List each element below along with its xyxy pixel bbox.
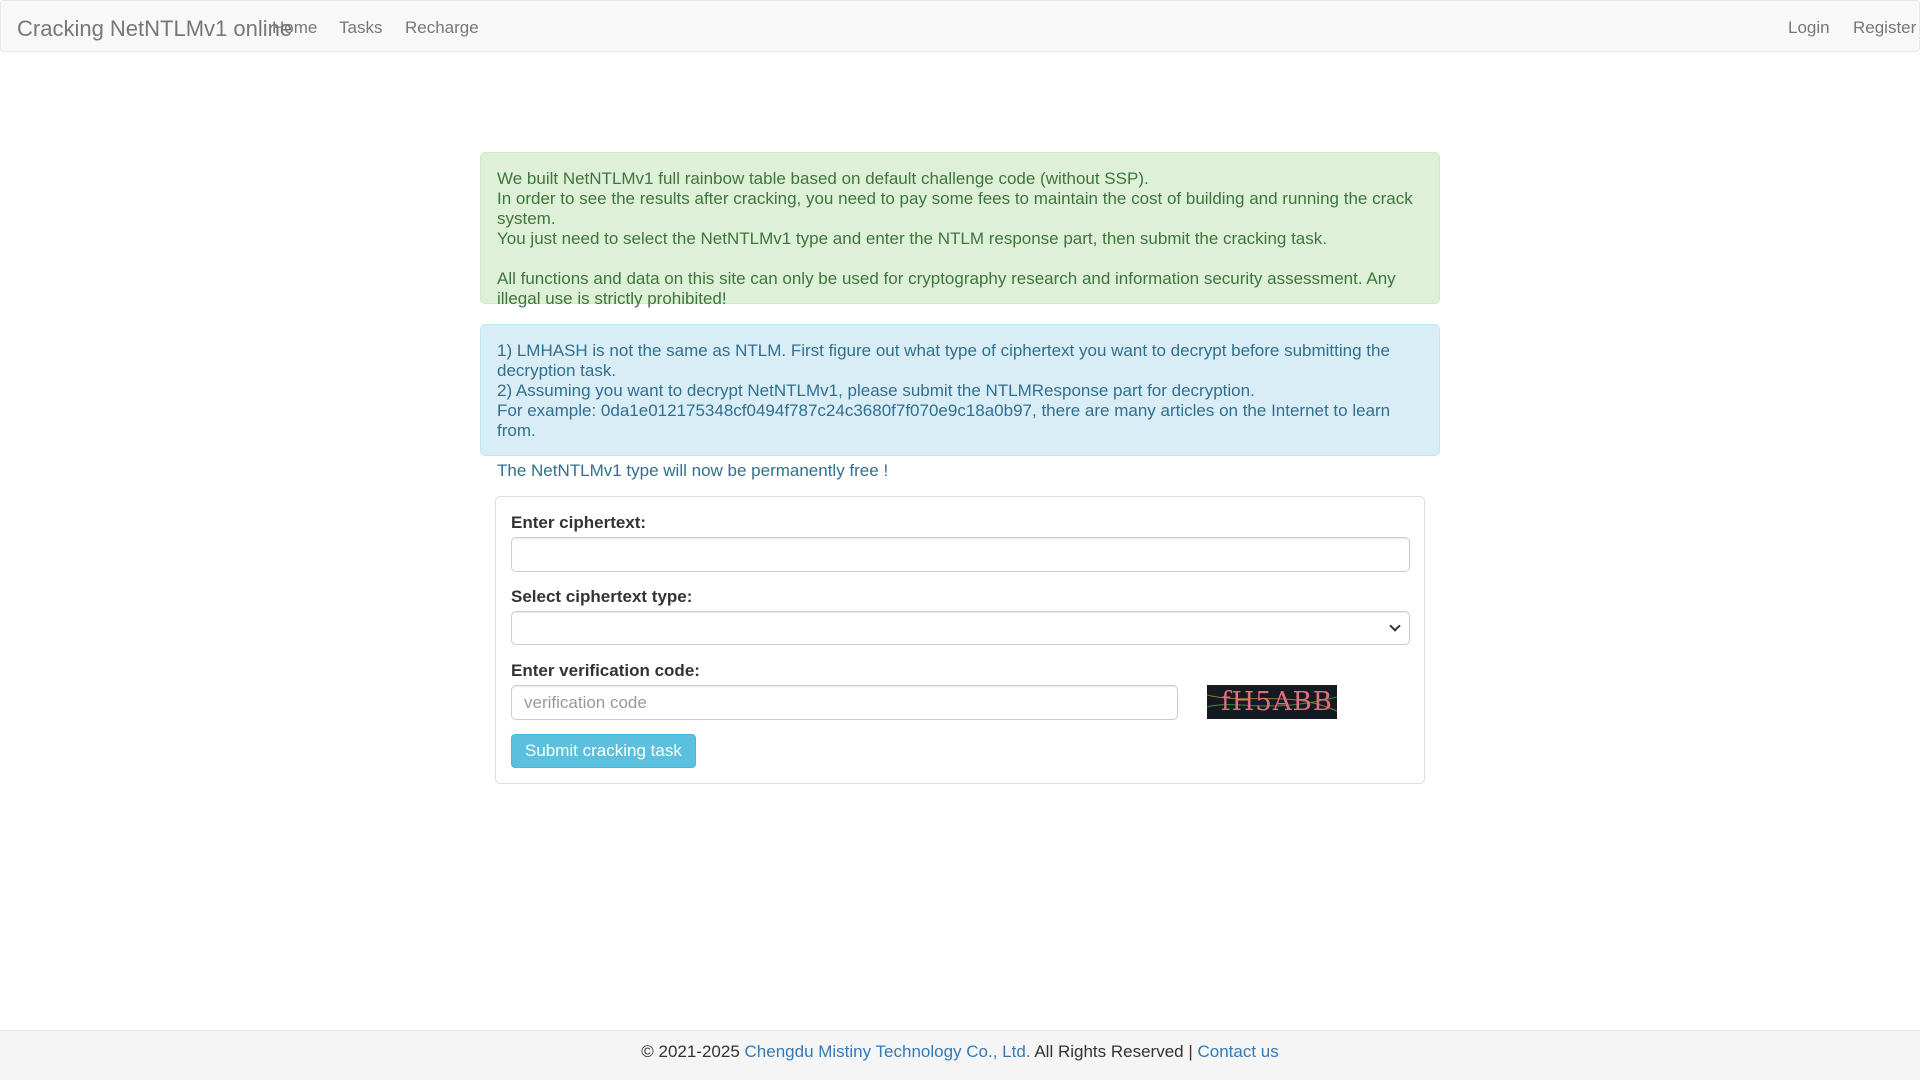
top-navbar: Cracking NetNTLMv1 online Home Tasks Rec… (0, 0, 1920, 52)
chevron-down-icon (1389, 620, 1401, 632)
submit-cracking-button[interactable]: Submit cracking task (511, 734, 696, 768)
footer-rights: All Rights Reserved | (1034, 1042, 1193, 1061)
captcha-text: fH5ABB (1221, 687, 1333, 717)
info-line: For example: 0da1e012175348cf0494f787c24… (497, 401, 1391, 440)
info-line: The NetNTLMv1 type will now be permanent… (497, 461, 889, 480)
brand-link[interactable]: Cracking NetNTLMv1 online (17, 16, 292, 42)
nav-register[interactable]: Register (1853, 18, 1916, 38)
notice-line: You just need to select the NetNTLMv1 ty… (497, 229, 1327, 248)
type-label: Select ciphertext type: (511, 587, 693, 606)
ciphertext-label: Enter ciphertext: (511, 513, 647, 532)
nav-tasks[interactable]: Tasks (339, 18, 382, 38)
page-footer: © 2021-2025 Chengdu Mistiny Technology C… (0, 1030, 1920, 1080)
footer-company-link[interactable]: Chengdu Mistiny Technology Co., Ltd. (745, 1042, 1031, 1061)
footer-copyright: © 2021-2025 (641, 1042, 740, 1061)
notice-line: All functions and data on this site can … (497, 269, 1396, 308)
nav-recharge[interactable]: Recharge (405, 18, 479, 38)
nav-home[interactable]: Home (272, 18, 317, 38)
notice-line: We built NetNTLMv1 full rainbow table ba… (497, 169, 1149, 188)
notice-line: In order to see the results after cracki… (497, 189, 1413, 228)
info-line: 2) Assuming you want to decrypt NetNTLMv… (497, 381, 1255, 400)
captcha-image[interactable]: fH5ABB (1207, 685, 1337, 719)
verification-code-input[interactable] (511, 685, 1178, 720)
notice-alert: We built NetNTLMv1 full rainbow table ba… (480, 152, 1440, 308)
ciphertext-type-select[interactable] (511, 611, 1410, 645)
info-line: 1) LMHASH is not the same as NTLM. First… (497, 341, 1390, 380)
ciphertext-input[interactable] (511, 537, 1410, 572)
info-alert: 1) LMHASH is not the same as NTLM. First… (480, 324, 1440, 480)
nav-login[interactable]: Login (1788, 18, 1830, 38)
crack-form-panel: Enter ciphertext: Select ciphertext type… (495, 496, 1425, 784)
verification-label: Enter verification code: (511, 661, 700, 680)
footer-contact-link[interactable]: Contact us (1198, 1042, 1279, 1061)
